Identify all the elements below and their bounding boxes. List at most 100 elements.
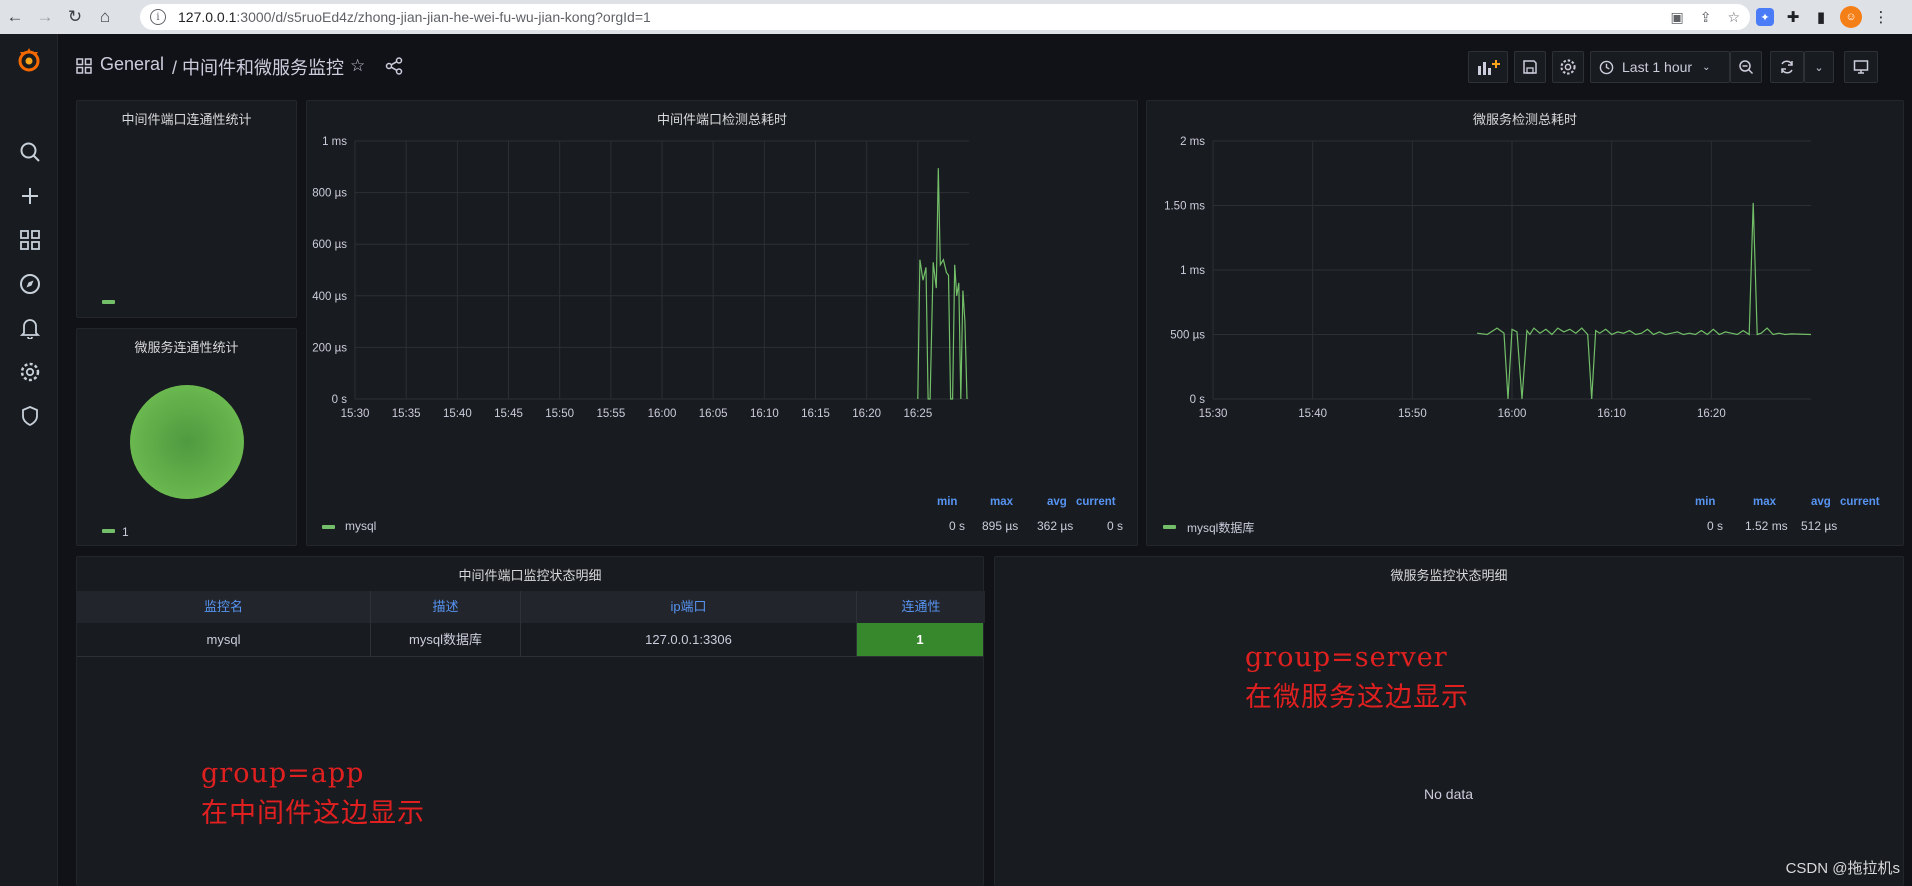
url-host: 127.0.0.1 (178, 9, 237, 25)
share-page-icon[interactable]: ⇪ (1700, 9, 1712, 26)
clock-icon (1599, 60, 1614, 74)
breadcrumb-folder[interactable]: General (100, 54, 164, 75)
zoom-out-button[interactable] (1730, 51, 1762, 83)
x-tick-label: 16:10 (750, 408, 779, 420)
no-data-message: No data (1424, 786, 1474, 802)
home-icon[interactable]: ⌂ (90, 2, 120, 32)
y-tick-label: 600 µs (312, 239, 347, 251)
y-tick-label: 2 ms (1180, 136, 1205, 148)
refresh-button[interactable] (1770, 51, 1804, 83)
annotation-server-line1: group=server (1245, 642, 1448, 673)
series-line[interactable] (1477, 202, 1812, 400)
legend-header-max[interactable]: max (1753, 496, 1776, 508)
legend-header-avg[interactable]: avg (1047, 496, 1067, 508)
time-range-chevron-down-icon: ⌄ (1702, 61, 1711, 73)
explore-compass-icon[interactable] (18, 272, 42, 296)
legend-series-name[interactable]: mysql (345, 519, 376, 533)
pie-slice[interactable] (130, 385, 244, 499)
legend-value-avg: 362 µs (1037, 519, 1074, 533)
legend-color-swatch (1163, 525, 1176, 529)
table-header: 监控名 描述 ip端口 连通性 (77, 591, 985, 623)
dashboards-grid-icon[interactable] (18, 228, 42, 252)
panel-middleware-connectivity-stat[interactable]: 中间件端口连通性统计 (76, 100, 297, 318)
tv-mode-button[interactable] (1844, 51, 1878, 83)
puzzle-icon[interactable]: ✚ (1784, 8, 1802, 26)
bookmark-star-icon[interactable]: ☆ (1727, 9, 1740, 26)
translate-icon[interactable]: ▣ (1670, 9, 1683, 26)
share-dashboard-icon[interactable] (384, 56, 404, 76)
time-range-label: Last 1 hour (1622, 59, 1693, 75)
forward-icon[interactable]: → (30, 2, 60, 32)
dashboard-settings-button[interactable] (1552, 51, 1584, 83)
add-panel-chart-icon (1478, 60, 1500, 75)
dashboard-title[interactable]: / 中间件和微服务监控 (172, 54, 344, 80)
panel-microservice-status-table[interactable]: 微服务监控状态明细 group=server 在微服务这边显示 No data (994, 556, 1904, 886)
table-cell-monitor-name: mysql (77, 623, 371, 657)
grafana-logo-icon[interactable] (15, 46, 43, 74)
x-tick-label: 16:10 (1597, 408, 1626, 420)
legend-value-min: 0 s (949, 519, 966, 533)
panel-middleware-latency[interactable]: 中间件端口检测总耗时 0 s 200 µs 400 µs 600 µs 800 µs 1 … (306, 100, 1138, 546)
x-tick-label: 15:30 (341, 408, 370, 420)
y-tick-label: 800 µs (312, 188, 347, 200)
save-dashboard-button[interactable] (1514, 51, 1546, 83)
legend-header-min[interactable]: min (937, 496, 957, 508)
extension-icon[interactable]: ✦ (1756, 8, 1774, 26)
configuration-gear-icon[interactable] (18, 360, 42, 384)
refresh-interval-dropdown[interactable]: ⌄ (1804, 51, 1834, 83)
menu-kebab-icon[interactable]: ⋮ (1872, 8, 1890, 26)
server-admin-shield-icon[interactable] (18, 404, 42, 428)
panel-title[interactable]: 微服务监控状态明细 (995, 565, 1903, 584)
x-tick-label: 15:30 (1199, 408, 1228, 420)
latency-line-chart: 0 s 200 µs 400 µs 600 µs 800 µs 1 ms 15:30 15:3… (312, 136, 969, 420)
annotation-app: group=app 在中间件这边显示 (201, 754, 425, 834)
legend-header-avg[interactable]: avg (1811, 496, 1831, 508)
legend-header-current[interactable]: current (1840, 496, 1880, 508)
y-tick-label: 1.50 ms (1164, 201, 1205, 213)
x-tick-label: 15:55 (596, 408, 625, 420)
time-range-picker[interactable]: Last 1 hour ⌄ (1590, 51, 1730, 83)
legend-series-name[interactable]: mysql数据库 (1187, 519, 1254, 536)
column-header-ip-port[interactable]: ip端口 (521, 591, 857, 623)
monitor-icon (1853, 60, 1869, 74)
alerting-bell-icon[interactable] (18, 316, 42, 340)
legend-label[interactable]: 1 (122, 525, 129, 539)
panel-title[interactable]: 中间件端口监控状态明细 (77, 565, 983, 584)
column-header-description[interactable]: 描述 (371, 591, 521, 623)
legend-header-max[interactable]: max (990, 496, 1013, 508)
profile-avatar[interactable]: ☺ (1840, 6, 1862, 28)
table-cell-description: mysql数据库 (371, 623, 521, 657)
y-tick-label: 0 s (332, 394, 348, 406)
series-line[interactable] (917, 168, 968, 400)
mark-favorite-star-icon[interactable]: ☆ (350, 56, 365, 76)
annotation-server: group=server 在微服务这边显示 (1245, 638, 1469, 718)
legend-header-current[interactable]: current (1076, 496, 1116, 508)
panel-microservice-connectivity-stat[interactable]: 微服务连通性统计 1 (76, 328, 297, 546)
y-tick-label: 1 ms (1180, 265, 1205, 277)
x-tick-label: 15:40 (1298, 408, 1327, 420)
panel-microservice-latency[interactable]: 微服务检测总耗时 0 s 500 µs 1 ms 1.50 ms 2 ms 15:30 15… (1146, 100, 1904, 546)
panel-title[interactable]: 中间件端口连通性统计 (77, 109, 296, 128)
reload-icon[interactable]: ↻ (60, 2, 90, 32)
column-header-monitor-name[interactable]: 监控名 (77, 591, 371, 623)
url-path: :3000/d/s5ruoEd4z/zhong-jian-jian-he-wei… (236, 9, 651, 25)
x-tick-label: 16:20 (1697, 408, 1726, 420)
csdn-watermark: CSDN @拖拉机s (1785, 860, 1900, 877)
panel-middleware-status-table[interactable]: 中间件端口监控状态明细 监控名 描述 ip端口 连通性 mysql mysql数… (76, 556, 985, 886)
legend-color-swatch (322, 525, 335, 529)
create-plus-icon[interactable] (18, 184, 42, 208)
site-info-icon[interactable]: i (150, 9, 166, 25)
add-panel-button[interactable] (1468, 51, 1508, 83)
column-header-connectivity[interactable]: 连通性 (857, 591, 985, 623)
search-icon[interactable] (18, 140, 42, 164)
legend-header-min[interactable]: min (1695, 496, 1715, 508)
latency-line-chart: 0 s 500 µs 1 ms 1.50 ms 2 ms 15:30 15:40 15:50 1… (1164, 136, 1812, 420)
legend-color-swatch (102, 529, 115, 533)
legend-value-min: 0 s (1707, 519, 1724, 533)
address-bar[interactable]: i 127.0.0.1:3000/d/s5ruoEd4z/zhong-jian-… (140, 4, 1750, 30)
legend-color-swatch (102, 300, 115, 304)
sidepanel-icon[interactable]: ▮ (1812, 8, 1830, 26)
back-icon[interactable]: ← (0, 2, 30, 32)
x-tick-label: 16:25 (903, 408, 932, 420)
x-tick-label: 15:50 (545, 408, 574, 420)
